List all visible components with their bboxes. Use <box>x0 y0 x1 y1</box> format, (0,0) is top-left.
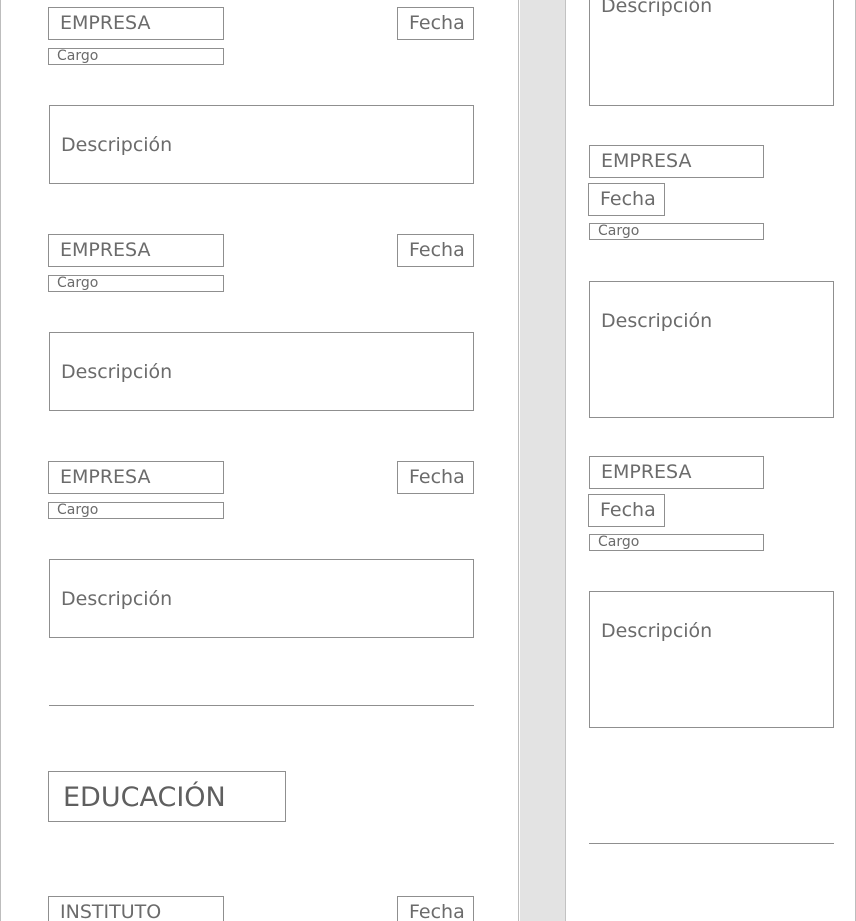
description-field-label: Descripción <box>61 134 173 156</box>
company-field-label: EMPRESA <box>601 150 692 172</box>
date-field[interactable]: Fecha <box>588 494 665 527</box>
role-field[interactable]: Cargo <box>48 48 224 65</box>
section-divider <box>589 843 834 844</box>
role-field-label: Cargo <box>598 534 640 550</box>
role-field[interactable]: Cargo <box>48 502 224 519</box>
date-field[interactable]: Fecha <box>588 183 665 216</box>
date-field-label: Fecha <box>409 239 465 261</box>
date-field[interactable]: Fecha <box>397 7 474 40</box>
education-date-field[interactable]: Fecha <box>397 896 474 921</box>
role-field-label: Cargo <box>57 48 99 64</box>
date-field-label: Fecha <box>409 12 465 34</box>
role-field[interactable]: Cargo <box>48 275 224 292</box>
date-field-label: Fecha <box>600 188 656 210</box>
education-section-title-label: EDUCACIÓN <box>63 782 226 813</box>
company-field[interactable]: EMPRESA <box>589 145 764 178</box>
left-resume-panel: EMPRESA Fecha Cargo Descripción EMPRESA … <box>0 0 519 921</box>
institute-field[interactable]: INSTITUTO <box>48 896 224 921</box>
date-field[interactable]: Fecha <box>397 461 474 494</box>
company-field[interactable]: EMPRESA <box>48 234 224 267</box>
description-field[interactable]: Descripción <box>589 591 834 728</box>
role-field[interactable]: Cargo <box>589 534 764 551</box>
company-field-label: EMPRESA <box>60 239 151 261</box>
company-field-label: EMPRESA <box>60 466 151 488</box>
date-field-label: Fecha <box>409 466 465 488</box>
company-field-label: EMPRESA <box>601 461 692 483</box>
company-field[interactable]: EMPRESA <box>48 7 224 40</box>
description-field-label: Descripción <box>601 620 713 642</box>
description-field[interactable]: Descripción <box>49 332 474 411</box>
description-field[interactable]: Descripción <box>589 0 834 106</box>
description-field[interactable]: Descripción <box>49 559 474 638</box>
description-field[interactable]: Descripción <box>49 105 474 184</box>
page-gutter <box>520 0 566 921</box>
company-field[interactable]: EMPRESA <box>48 461 224 494</box>
description-field[interactable]: Descripción <box>589 281 834 418</box>
institute-field-label: INSTITUTO <box>60 901 162 921</box>
education-date-field-label: Fecha <box>409 901 465 921</box>
resume-editor-canvas: EMPRESA Fecha Cargo Descripción EMPRESA … <box>0 0 856 921</box>
description-field-label: Descripción <box>601 310 713 332</box>
role-field-label: Cargo <box>57 275 99 291</box>
company-field-label: EMPRESA <box>60 12 151 34</box>
description-field-label: Descripción <box>601 0 713 17</box>
date-field-label: Fecha <box>600 499 656 521</box>
description-field-label: Descripción <box>61 361 173 383</box>
role-field-label: Cargo <box>57 502 99 518</box>
role-field[interactable]: Cargo <box>589 223 764 240</box>
description-field-label: Descripción <box>61 588 173 610</box>
education-section-title[interactable]: EDUCACIÓN <box>48 771 286 822</box>
role-field-label: Cargo <box>598 223 640 239</box>
right-resume-panel: Descripción EMPRESA Fecha Cargo Descripc… <box>566 0 856 921</box>
section-divider <box>49 705 474 706</box>
date-field[interactable]: Fecha <box>397 234 474 267</box>
company-field[interactable]: EMPRESA <box>589 456 764 489</box>
